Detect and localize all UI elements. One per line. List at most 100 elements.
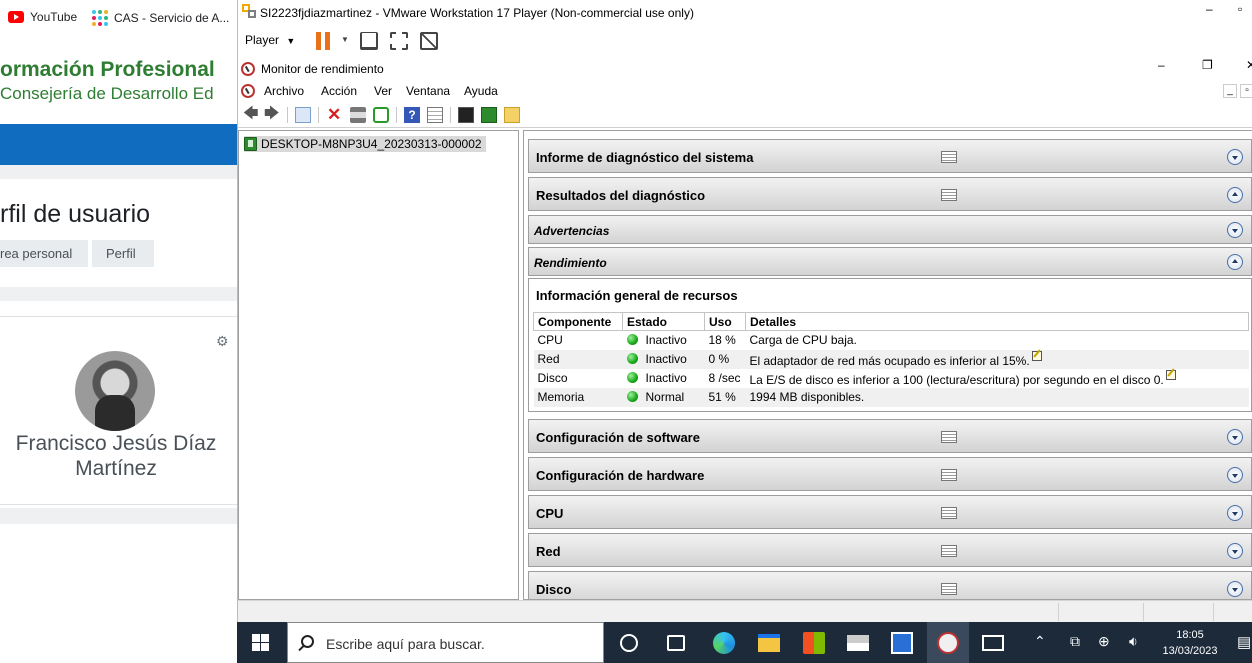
minimize-icon[interactable]: – <box>1206 2 1213 16</box>
mdi-minimize-icon[interactable]: _ <box>1223 84 1237 98</box>
folder-icon[interactable] <box>504 107 520 123</box>
section-performance[interactable]: Rendimiento <box>528 247 1252 276</box>
volume-icon[interactable]: 🔉︎ <box>1129 633 1138 650</box>
breadcrumb-item-personal-area[interactable]: rea personal <box>0 240 88 267</box>
task-view-icon[interactable] <box>667 635 685 651</box>
status-text: Inactivo <box>645 371 687 385</box>
note-icon[interactable] <box>1031 350 1042 361</box>
chevron-up-icon[interactable]: ⌃ <box>1034 633 1046 650</box>
gear-icon[interactable]: ⚙ <box>216 333 229 350</box>
menu-ver[interactable]: Ver <box>374 84 392 98</box>
chevron-down-icon[interactable] <box>1227 505 1243 521</box>
properties-icon[interactable] <box>427 107 443 123</box>
menu-archivo[interactable]: Archivo <box>264 84 304 98</box>
file-explorer-icon[interactable] <box>758 634 780 652</box>
column-header[interactable]: Estado <box>622 312 705 331</box>
back-arrow-icon[interactable]: 🡄 <box>243 106 259 123</box>
section-cpu[interactable]: CPU <box>528 495 1252 529</box>
store-icon[interactable] <box>803 632 825 654</box>
section-title: Configuración de hardware <box>536 468 705 483</box>
network-icon[interactable]: ⊕ <box>1098 633 1110 650</box>
column-header[interactable]: Componente <box>533 312 623 331</box>
clock-date: 13/03/2023 <box>1162 645 1218 657</box>
report-icon[interactable] <box>481 107 497 123</box>
bookmarks-bar: YouTube CAS - Servicio de A... <box>0 0 237 36</box>
page-title: rfil de usuario <box>0 200 151 228</box>
section-disk[interactable]: Disco <box>528 571 1252 599</box>
unity-icon[interactable] <box>420 32 438 50</box>
refresh-icon[interactable] <box>373 107 389 123</box>
close-icon[interactable]: ✕ <box>1246 58 1252 72</box>
section-diagnostic-results[interactable]: Resultados del diagnóstico <box>528 177 1252 211</box>
resource-table: Componente Estado Uso Detalles CPU Inact… <box>533 312 1249 407</box>
mdi-restore-icon[interactable]: ▫ <box>1240 84 1252 98</box>
chevron-down-icon[interactable]: ▼ <box>341 35 349 44</box>
section-network[interactable]: Red <box>528 533 1252 567</box>
status-ok-icon <box>626 372 638 383</box>
fullscreen-icon[interactable] <box>390 32 408 50</box>
cell-usage: 8 /sec <box>708 371 741 385</box>
pause-icon[interactable] <box>316 32 330 50</box>
section-warnings[interactable]: Advertencias <box>528 215 1252 244</box>
chevron-up-icon[interactable] <box>1227 254 1243 270</box>
perfmon-titlebar: Monitor de rendimiento – ❐ ✕ <box>238 58 1252 80</box>
vmware-title: SI2223fjdiazmartinez - VMware Workstatio… <box>260 6 694 20</box>
menu-ayuda[interactable]: Ayuda <box>464 84 498 98</box>
bookmark-youtube[interactable]: YouTube <box>8 10 77 24</box>
bookmark-cas[interactable]: CAS - Servicio de A... <box>92 10 229 26</box>
chevron-down-icon[interactable] <box>1227 429 1243 445</box>
device-icon[interactable]: ⧉ <box>1070 633 1080 650</box>
column-header[interactable]: Detalles <box>745 312 1249 331</box>
show-tree-icon[interactable] <box>295 107 311 123</box>
slack-icon <box>92 10 108 26</box>
maximize-icon[interactable]: ▫ <box>1238 2 1242 16</box>
performance-monitor-icon[interactable] <box>458 107 474 123</box>
taskbar-search-box[interactable]: Escribe aquí para buscar. <box>287 622 604 663</box>
taskbar-clock[interactable]: 18:05 13/03/2023 <box>1155 627 1225 659</box>
breadcrumb-item-profile[interactable]: Perfil <box>92 240 154 267</box>
note-icon[interactable] <box>1165 369 1176 380</box>
bookmark-label: CAS - Servicio de A... <box>114 11 230 25</box>
help-icon[interactable]: ? <box>404 107 420 123</box>
section-system-report[interactable]: Informe de diagnóstico del sistema <box>528 139 1252 173</box>
chevron-down-icon[interactable] <box>1227 543 1243 559</box>
site-brand-title[interactable]: ormación Profesional <box>0 58 215 82</box>
section-title: Disco <box>536 582 572 597</box>
cortana-icon[interactable] <box>620 634 638 652</box>
table-row: Memoria Normal 51 % 1994 MB disponibles. <box>533 387 1249 407</box>
send-keys-icon[interactable] <box>360 32 378 50</box>
chevron-up-icon[interactable] <box>1227 187 1243 203</box>
vmware-logo-icon <box>242 4 258 20</box>
chevron-down-icon[interactable] <box>1227 222 1243 238</box>
system-info-icon[interactable] <box>982 635 1004 651</box>
print-icon[interactable] <box>350 107 366 123</box>
status-text: Inactivo <box>645 333 687 348</box>
minimize-icon[interactable]: – <box>1158 58 1165 72</box>
column-header[interactable]: Uso <box>704 312 746 331</box>
edge-icon[interactable] <box>713 632 735 654</box>
delete-icon[interactable]: ✕ <box>327 106 343 123</box>
menu-ventana[interactable]: Ventana <box>406 84 450 98</box>
windows-start-icon[interactable] <box>252 634 269 651</box>
chevron-down-icon[interactable] <box>1227 149 1243 165</box>
section-title: CPU <box>536 506 564 521</box>
chevron-down-icon[interactable] <box>1227 581 1243 597</box>
chevron-down-icon[interactable] <box>1227 467 1243 483</box>
restore-icon[interactable]: ❐ <box>1202 58 1213 72</box>
perfmon-icon <box>241 84 255 98</box>
player-menu-button[interactable]: Player ▼ <box>245 33 295 47</box>
section-software[interactable]: Configuración de software <box>528 419 1252 453</box>
section-title: Informe de diagnóstico del sistema <box>536 150 754 165</box>
toolbar-separator <box>396 107 397 123</box>
forward-arrow-icon[interactable]: 🡆 <box>264 106 280 123</box>
vmware-taskbar-icon[interactable] <box>891 632 913 654</box>
cell-details: Carga de CPU baja. <box>749 333 857 348</box>
perfmon-taskbar-button[interactable] <box>927 622 969 663</box>
tree-item-report[interactable]: DESKTOP-M8NP3U4_20230313-000002 <box>244 136 486 152</box>
section-hardware[interactable]: Configuración de hardware <box>528 457 1252 491</box>
perfmon-menubar: Archivo Acción Ver Ventana Ayuda _ ▫ <box>238 80 1252 102</box>
mail-icon[interactable] <box>847 635 869 651</box>
status-ok-icon <box>626 391 638 402</box>
notifications-icon[interactable]: ▤ <box>1237 633 1251 651</box>
menu-accion[interactable]: Acción <box>321 84 357 98</box>
